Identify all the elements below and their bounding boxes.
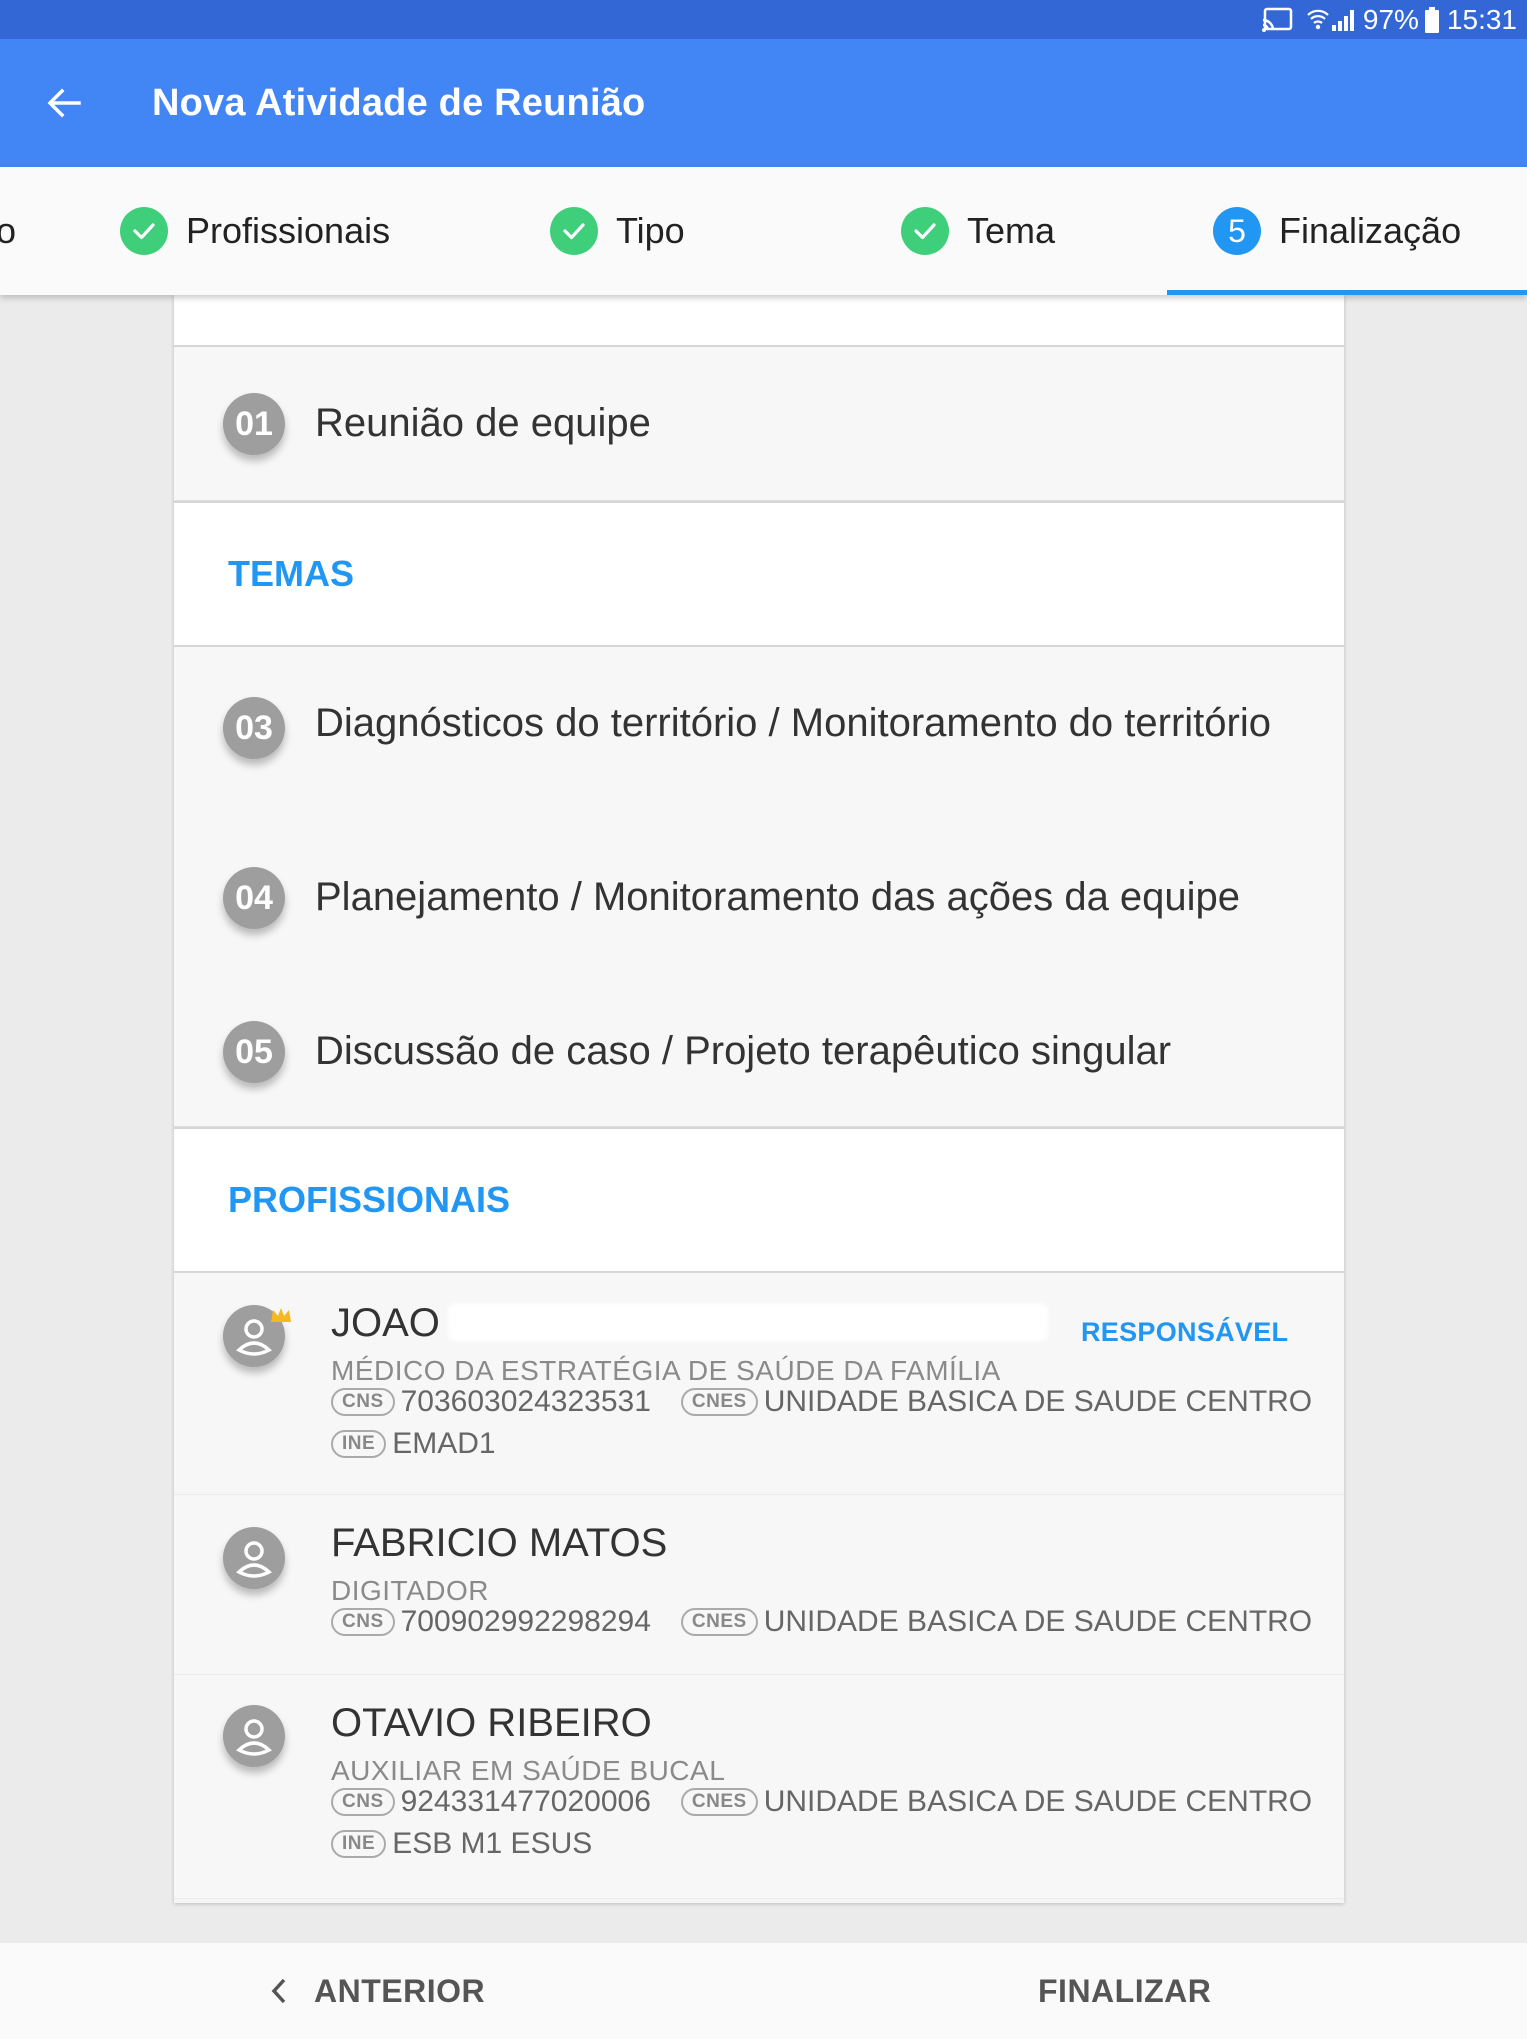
cnes-tag: CNES xyxy=(680,1608,758,1636)
professional-role: AUXILIAR EM SAÚDE BUCAL xyxy=(331,1755,726,1786)
cnes-value: UNIDADE BASICA DE SAUDE CENTRO xyxy=(763,1385,1313,1418)
page-title: Nova Atividade de Reunião xyxy=(152,81,646,124)
active-step-indicator xyxy=(1167,290,1527,295)
responsavel-badge: RESPONSÁVEL xyxy=(1081,1317,1289,1347)
professional-item[interactable]: JOAO RESPONSÁVEL MÉDICO DA ESTRATÉGIA DE… xyxy=(174,1273,1344,1495)
cast-icon xyxy=(1261,7,1293,33)
cnes-tag: CNES xyxy=(680,1788,758,1816)
professional-ids: CNS 700902992298294 CNES UNIDADE BASICA … xyxy=(331,1605,1312,1639)
cns-value: 924331477020006 xyxy=(400,1785,651,1818)
professional-role: MÉDICO DA ESTRATÉGIA DE SAÚDE DA FAMÍLIA xyxy=(331,1355,1001,1386)
number-badge: 04 xyxy=(223,867,285,929)
arrow-left-icon xyxy=(47,88,81,118)
tipo-row: 01 Reunião de equipe xyxy=(174,347,1344,501)
cnes-value: UNIDADE BASICA DE SAUDE CENTRO xyxy=(763,1605,1313,1638)
signal-icon xyxy=(1331,8,1357,32)
cns-tag: CNS xyxy=(331,1388,395,1416)
battery-percent: 97% xyxy=(1362,3,1419,35)
ine-value: EMAD1 xyxy=(392,1427,496,1460)
summary-card: 01 Reunião de equipe TEMAS 03 Diagnóstic… xyxy=(174,295,1344,1903)
tema-row: 04 Planejamento / Monitoramento das açõe… xyxy=(174,819,1344,973)
temas-header: TEMAS xyxy=(174,501,1344,647)
cns-tag: CNS xyxy=(331,1608,395,1636)
person-icon xyxy=(223,1527,285,1589)
step-finalizacao[interactable]: 5 Finalização xyxy=(1213,167,1461,295)
number-badge: 01 xyxy=(223,393,285,455)
wifi-icon xyxy=(1307,7,1329,33)
step-label: o xyxy=(0,210,17,251)
number-badge: 05 xyxy=(223,1021,285,1083)
step-previous-partial[interactable]: o xyxy=(0,167,16,295)
step-label: Tema xyxy=(967,210,1056,251)
battery-icon xyxy=(1424,6,1439,33)
professional-ids: CNS 924331477020006 CNES UNIDADE BASICA … xyxy=(331,1785,1312,1819)
professional-item[interactable]: OTAVIO RIBEIRO AUXILIAR EM SAÚDE BUCAL C… xyxy=(174,1675,1344,1899)
tema-label: Planejamento / Monitoramento das ações d… xyxy=(315,875,1241,919)
professional-role: DIGITADOR xyxy=(331,1575,489,1606)
step-profissionais[interactable]: Profissionais xyxy=(120,167,390,295)
cns-value: 703603024323531 xyxy=(400,1385,651,1418)
cnes-value: UNIDADE BASICA DE SAUDE CENTRO xyxy=(763,1785,1313,1818)
tema-row: 05 Discussão de caso / Projeto terapêuti… xyxy=(174,973,1344,1127)
ine-value: ESB M1 ESUS xyxy=(392,1827,593,1860)
step-label: Tipo xyxy=(616,210,685,251)
previous-button[interactable]: ANTERIOR xyxy=(268,1973,485,2010)
stepper: o Profissionais Tipo Tema 5 Finalização xyxy=(0,167,1527,295)
finish-button[interactable]: FINALIZAR xyxy=(1038,1973,1211,2010)
check-icon xyxy=(550,207,598,255)
chevron-left-icon xyxy=(271,1978,286,2004)
professional-item[interactable]: FABRICIO MATOS DIGITADOR CNS 70090299229… xyxy=(174,1495,1344,1675)
crown-icon xyxy=(271,1308,291,1322)
tipo-label: Reunião de equipe xyxy=(315,401,651,445)
redacted-surname xyxy=(448,1303,1048,1341)
ine-tag: INE xyxy=(331,1430,387,1458)
back-button[interactable] xyxy=(0,39,128,167)
tema-label: Diagnósticos do território / Monitoramen… xyxy=(315,701,1271,745)
check-icon xyxy=(901,207,949,255)
ine-tag: INE xyxy=(331,1830,387,1858)
step-tema[interactable]: Tema xyxy=(901,167,1055,295)
professional-ine: INE EMAD1 xyxy=(331,1427,496,1461)
previous-label: ANTERIOR xyxy=(314,1972,486,2009)
person-icon xyxy=(223,1705,285,1767)
app-bar: Nova Atividade de Reunião xyxy=(0,39,1527,167)
cnes-tag: CNES xyxy=(680,1388,758,1416)
professional-name: FABRICIO MATOS xyxy=(331,1521,668,1565)
bottom-navigation: ANTERIOR FINALIZAR xyxy=(0,1943,1527,2039)
professional-ine: INE ESB M1 ESUS xyxy=(331,1827,592,1861)
step-number: 5 xyxy=(1213,207,1261,255)
tema-label: Discussão de caso / Projeto terapêutico … xyxy=(315,1029,1172,1073)
professional-name: OTAVIO RIBEIRO xyxy=(331,1701,652,1745)
check-icon xyxy=(120,207,168,255)
status-bar: 97% 15:31 xyxy=(0,0,1527,39)
step-label: Profissionais xyxy=(186,210,391,251)
professional-ids: CNS 703603024323531 CNES UNIDADE BASICA … xyxy=(331,1385,1312,1419)
step-label: Finalização xyxy=(1279,210,1462,251)
profissionais-header: PROFISSIONAIS xyxy=(174,1127,1344,1273)
number-badge: 03 xyxy=(223,697,285,759)
tema-row: 03 Diagnósticos do território / Monitora… xyxy=(174,647,1344,819)
cns-value: 700902992298294 xyxy=(400,1605,651,1638)
step-tipo[interactable]: Tipo xyxy=(550,167,685,295)
section-strip xyxy=(174,295,1344,347)
professional-name: JOAO xyxy=(331,1301,440,1345)
clock: 15:31 xyxy=(1446,3,1517,35)
cns-tag: CNS xyxy=(331,1788,395,1816)
